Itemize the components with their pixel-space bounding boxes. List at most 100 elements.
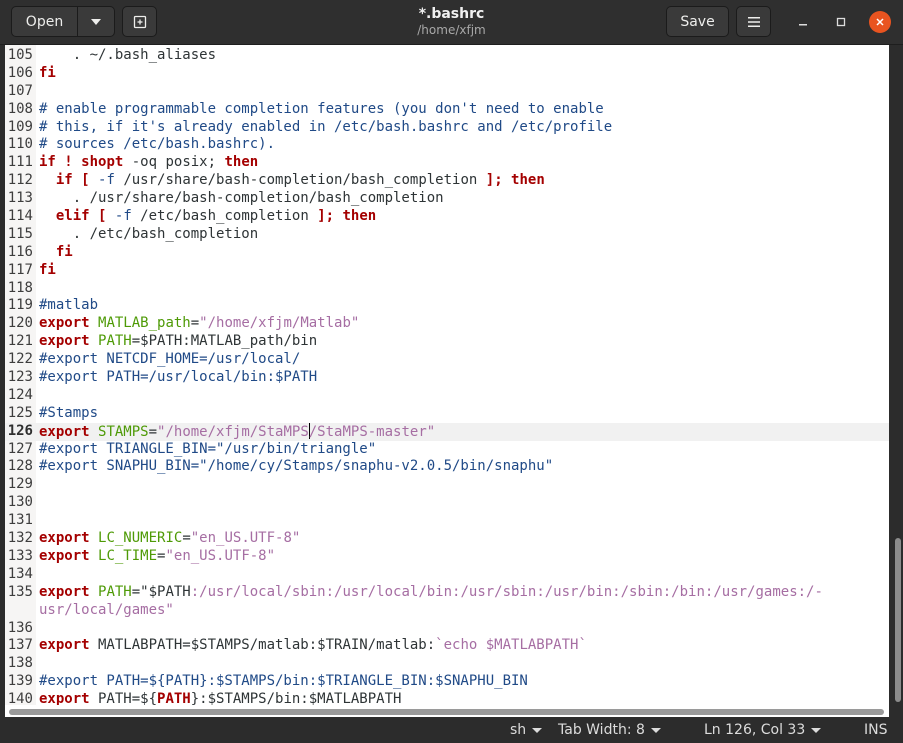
- line-number: 121: [7, 333, 33, 350]
- line-number: 126: [7, 422, 33, 439]
- code-line[interactable]: 116 fi: [5, 244, 889, 262]
- language-selector[interactable]: sh: [510, 722, 543, 738]
- line-text: # enable programmable completion feature…: [39, 101, 881, 119]
- text-editor[interactable]: 105 . ~/.bash_aliases 106 fi 107 108 # enable…: [5, 45, 889, 705]
- maximize-button[interactable]: [830, 11, 852, 33]
- code-line[interactable]: 107: [5, 83, 889, 101]
- code-line[interactable]: 112 if [ -f /usr/share/bash-completion/b…: [5, 172, 889, 190]
- token: #export TRIANGLE_BIN="/usr/bin/triangle": [39, 440, 377, 457]
- code-line[interactable]: 136: [5, 620, 889, 638]
- token: PATH: [98, 583, 132, 600]
- code-line[interactable]: 130: [5, 494, 889, 512]
- token: . /usr/share/bash-completion/bash_comple…: [39, 190, 444, 207]
- token: export: [39, 547, 90, 564]
- code-line[interactable]: 109 # this, if it's already enabled in /e…: [5, 119, 889, 137]
- code-line[interactable]: 123 #export PATH=/usr/local/bin:$PATH: [5, 369, 889, 387]
- code-line[interactable]: 124: [5, 387, 889, 405]
- code-line[interactable]: 113 . /usr/share/bash-completion/bash_co…: [5, 190, 889, 208]
- chevron-down-icon: [811, 727, 822, 733]
- token: LC_NUMERIC: [98, 530, 183, 547]
- token: . /etc/bash_completion: [39, 225, 259, 242]
- cursor-position-selector[interactable]: Ln 126, Col 33: [704, 722, 822, 738]
- code-line[interactable]: 115 . /etc/bash_completion: [5, 226, 889, 244]
- code-line[interactable]: 108 # enable programmable completion feat…: [5, 101, 889, 119]
- header-bar: Open *.bashrc /home/xfjm Save: [0, 0, 903, 45]
- line-text: #export TRIANGLE_BIN="/usr/bin/triangle": [39, 441, 881, 459]
- code-line[interactable]: 133 export LC_TIME="en_US.UTF-8": [5, 548, 889, 566]
- token: `echo $MATLABPATH`: [435, 637, 587, 654]
- code-line[interactable]: 131: [5, 512, 889, 530]
- token: ]; then: [317, 208, 377, 225]
- line-number: 128: [7, 458, 33, 475]
- tab-width-selector[interactable]: Tab Width: 8: [558, 722, 661, 738]
- token: ="$PATH: [131, 583, 191, 600]
- code-line[interactable]: 140 export PATH=${PATH}:$STAMPS/bin:$MATL…: [5, 691, 889, 705]
- code-line[interactable]: 135 export PATH="$PATH:/usr/local/sbin:/u…: [5, 584, 889, 602]
- line-number: 122: [7, 351, 33, 368]
- insert-mode-indicator[interactable]: INS: [864, 722, 888, 738]
- main-menu-button[interactable]: [736, 6, 771, 37]
- horizontal-scrollbar[interactable]: [5, 705, 889, 717]
- token: export: [39, 333, 90, 350]
- token: export: [39, 423, 90, 440]
- code-line[interactable]: usr/local/games": [5, 602, 889, 620]
- line-text: . /etc/bash_completion: [39, 226, 881, 244]
- code-line[interactable]: 118: [5, 280, 889, 298]
- token: #export PATH=${PATH}:$STAMPS/bin:$TRIANG…: [39, 673, 528, 690]
- code-line[interactable]: 137 export MATLABPATH=$STAMPS/matlab:$TRA…: [5, 637, 889, 655]
- token: elif: [55, 208, 90, 225]
- open-button[interactable]: Open: [11, 6, 78, 37]
- open-menu-button[interactable]: [77, 6, 115, 37]
- line-number: 129: [7, 476, 33, 493]
- line-number: 105: [7, 47, 33, 63]
- code-line[interactable]: 111 if ! shopt -oq posix; then: [5, 154, 889, 172]
- line-text: export PATH=$PATH:MATLAB_path/bin: [39, 333, 881, 351]
- token: -oq posix;: [123, 154, 225, 171]
- code-line[interactable]: 139 #export PATH=${PATH}:$STAMPS/bin:$TRI…: [5, 673, 889, 691]
- line-text: #Stamps: [39, 405, 881, 423]
- line-number: 107: [7, 82, 33, 99]
- code-line[interactable]: 138: [5, 655, 889, 673]
- line-text: . ~/.bash_aliases: [39, 47, 881, 65]
- code-line[interactable]: 119 #matlab: [5, 297, 889, 315]
- new-tab-button[interactable]: [122, 6, 157, 37]
- close-button[interactable]: [869, 11, 891, 33]
- code-line[interactable]: 134: [5, 566, 889, 584]
- code-line[interactable]: 114 elif [ -f /etc/bash_completion ]; th…: [5, 208, 889, 226]
- line-number: 133: [7, 547, 33, 564]
- code-line[interactable]: 121 export PATH=$PATH:MATLAB_path/bin: [5, 333, 889, 351]
- token: "en_US.UTF-8": [165, 547, 276, 564]
- code-line[interactable]: 120 export MATLAB_path="/home/xfjm/Matlab…: [5, 315, 889, 333]
- hamburger-menu-icon: [747, 16, 760, 27]
- code-line[interactable]: 127 #export TRIANGLE_BIN="/usr/bin/triang…: [5, 441, 889, 459]
- code-line[interactable]: 110 # sources /etc/bash.bashrc).: [5, 136, 889, 154]
- token: PATH: [98, 333, 132, 350]
- horizontal-scrollbar-thumb[interactable]: [9, 709, 884, 715]
- code-line[interactable]: 128 #export SNAPHU_BIN="/home/cy/Stamps/s…: [5, 458, 889, 476]
- code-line[interactable]: 105 . ~/.bash_aliases: [5, 47, 889, 65]
- gedit-window: Open *.bashrc /home/xfjm Save 105 . ~/.b…: [0, 0, 903, 743]
- vertical-scrollbar-thumb[interactable]: [895, 538, 901, 702]
- code-line[interactable]: 129: [5, 476, 889, 494]
- vertical-scrollbar[interactable]: [892, 45, 903, 705]
- minimize-button[interactable]: [792, 11, 814, 33]
- token: export: [39, 530, 90, 547]
- token: fi: [55, 243, 73, 260]
- title-area: *.bashrc /home/xfjm: [300, 6, 603, 38]
- token: # this, if it's already enabled in /etc/…: [39, 118, 613, 135]
- code-line[interactable]: 117 fi: [5, 262, 889, 280]
- line-number: 140: [7, 691, 33, 705]
- token: /usr/share/bash-completion/bash_completi…: [114, 172, 486, 189]
- line-number: 118: [7, 279, 33, 296]
- current-line[interactable]: 126 export STAMPS="/home/xfjm/StaMPS/StaM…: [5, 422, 889, 441]
- save-button[interactable]: Save: [666, 6, 729, 37]
- code-line[interactable]: 106 fi: [5, 65, 889, 83]
- code-line[interactable]: 122 #export NETCDF_HOME=/usr/local/: [5, 351, 889, 369]
- code-line[interactable]: 125 #Stamps: [5, 405, 889, 423]
- token: #export SNAPHU_BIN="/home/cy/Stamps/snap…: [39, 458, 554, 475]
- code-line[interactable]: 132 export LC_NUMERIC="en_US.UTF-8": [5, 530, 889, 548]
